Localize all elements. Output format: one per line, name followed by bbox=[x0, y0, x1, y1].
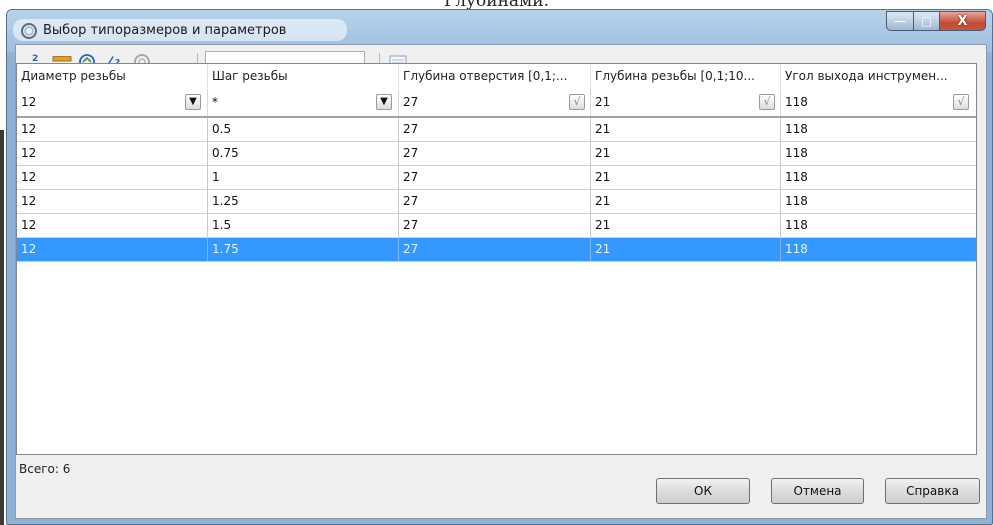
maximize-icon: □ bbox=[920, 14, 933, 28]
cell-hole-depth: 27 bbox=[399, 142, 591, 165]
help-button[interactable]: Справка bbox=[885, 478, 980, 504]
background-edge bbox=[0, 130, 4, 525]
minimize-icon: — bbox=[894, 14, 906, 28]
row-count-label: Всего: 6 bbox=[19, 462, 71, 476]
table-row[interactable]: 12 1.25 27 21 118 bbox=[17, 190, 976, 214]
cancel-button[interactable]: Отмена bbox=[771, 478, 864, 504]
table-row[interactable]: 12 0.5 27 21 118 bbox=[17, 118, 976, 142]
cell-thread-depth: 21 bbox=[591, 214, 781, 237]
filter-value: 118 bbox=[785, 95, 808, 109]
column-header-thread-depth[interactable]: Глубина резьбы [0,1;10... bbox=[591, 64, 781, 88]
cell-thread-depth: 21 bbox=[591, 190, 781, 213]
filter-tool-exit-angle[interactable]: 118 √ bbox=[781, 89, 976, 116]
filter-thread-pitch[interactable]: * ▼ bbox=[208, 89, 399, 116]
ok-button[interactable]: ОК bbox=[656, 478, 750, 504]
column-header-tool-exit-angle[interactable]: Угол выхода инструмен... bbox=[781, 64, 976, 88]
table-header: Диаметр резьбы Шаг резьбы Глубина отверс… bbox=[17, 64, 976, 88]
maximize-button[interactable]: □ bbox=[914, 11, 940, 31]
check-icon[interactable]: √ bbox=[953, 94, 969, 110]
column-header-thread-pitch[interactable]: Шаг резьбы bbox=[208, 64, 399, 88]
cell-thread-diameter: 12 bbox=[17, 238, 208, 261]
window-title: Выбор типоразмеров и параметров bbox=[43, 23, 287, 38]
close-button[interactable]: X bbox=[940, 11, 986, 31]
table-row-selected[interactable]: 12 1.75 27 21 118 bbox=[17, 238, 976, 262]
cell-tool-exit-angle: 118 bbox=[785, 218, 808, 232]
cell-tool-exit-angle: 118 bbox=[785, 122, 808, 136]
app-gear-icon bbox=[21, 23, 37, 39]
cell-thread-pitch: 1 bbox=[208, 166, 399, 189]
cell-thread-diameter: 12 bbox=[17, 190, 208, 213]
close-icon: X bbox=[957, 13, 968, 29]
cell-thread-diameter: 12 bbox=[17, 118, 208, 141]
filter-value: 12 bbox=[21, 95, 37, 109]
cell-hole-depth: 27 bbox=[399, 118, 591, 141]
cell-tool-exit-angle: 118 bbox=[785, 170, 808, 184]
cell-tool-exit-angle: 118 bbox=[785, 242, 808, 256]
window-controls: — □ X bbox=[886, 11, 986, 31]
cell-hole-depth: 27 bbox=[399, 190, 591, 213]
dropdown-arrow-icon[interactable]: ▼ bbox=[376, 94, 392, 110]
check-icon[interactable]: √ bbox=[569, 94, 585, 110]
cell-thread-diameter: 12 bbox=[17, 214, 208, 237]
filter-row: 12 ▼ * ▼ 27 √ 21 √ 118 √ bbox=[17, 89, 976, 118]
cell-thread-depth: 21 bbox=[591, 238, 781, 261]
cell-thread-depth: 21 bbox=[591, 142, 781, 165]
check-icon[interactable]: √ bbox=[759, 94, 775, 110]
parameters-table: Диаметр резьбы Шаг резьбы Глубина отверс… bbox=[16, 63, 977, 455]
table-row[interactable]: 12 1 27 21 118 bbox=[17, 166, 976, 190]
table-row[interactable]: 12 1.5 27 21 118 bbox=[17, 214, 976, 238]
filter-thread-diameter[interactable]: 12 ▼ bbox=[17, 89, 208, 116]
cell-hole-depth: 27 bbox=[399, 238, 591, 261]
filter-thread-depth[interactable]: 21 √ bbox=[591, 89, 781, 116]
cell-thread-diameter: 12 bbox=[17, 166, 208, 189]
filter-value: 27 bbox=[403, 95, 419, 109]
cell-thread-pitch: 0.75 bbox=[208, 142, 399, 165]
cell-thread-pitch: 0.5 bbox=[208, 118, 399, 141]
cell-thread-depth: 21 bbox=[591, 166, 781, 189]
cell-hole-depth: 27 bbox=[399, 166, 591, 189]
filter-hole-depth[interactable]: 27 √ bbox=[399, 89, 591, 116]
cell-tool-exit-angle: 118 bbox=[785, 194, 808, 208]
column-header-thread-diameter[interactable]: Диаметр резьбы bbox=[17, 64, 208, 88]
cell-thread-pitch: 1.5 bbox=[208, 214, 399, 237]
minimize-button[interactable]: — bbox=[886, 11, 914, 31]
cell-thread-pitch: 1.25 bbox=[208, 190, 399, 213]
dropdown-arrow-icon[interactable]: ▼ bbox=[185, 94, 201, 110]
column-header-hole-depth[interactable]: Глубина отверстия [0,1;... bbox=[399, 64, 591, 88]
filter-value: * bbox=[212, 95, 218, 109]
cell-thread-depth: 21 bbox=[591, 118, 781, 141]
table-row[interactable]: 12 0.75 27 21 118 bbox=[17, 142, 976, 166]
filter-value: 21 bbox=[595, 95, 611, 109]
cell-tool-exit-angle: 118 bbox=[785, 146, 808, 160]
cell-thread-pitch: 1.75 bbox=[208, 238, 399, 261]
cell-thread-diameter: 12 bbox=[17, 142, 208, 165]
cell-hole-depth: 27 bbox=[399, 214, 591, 237]
